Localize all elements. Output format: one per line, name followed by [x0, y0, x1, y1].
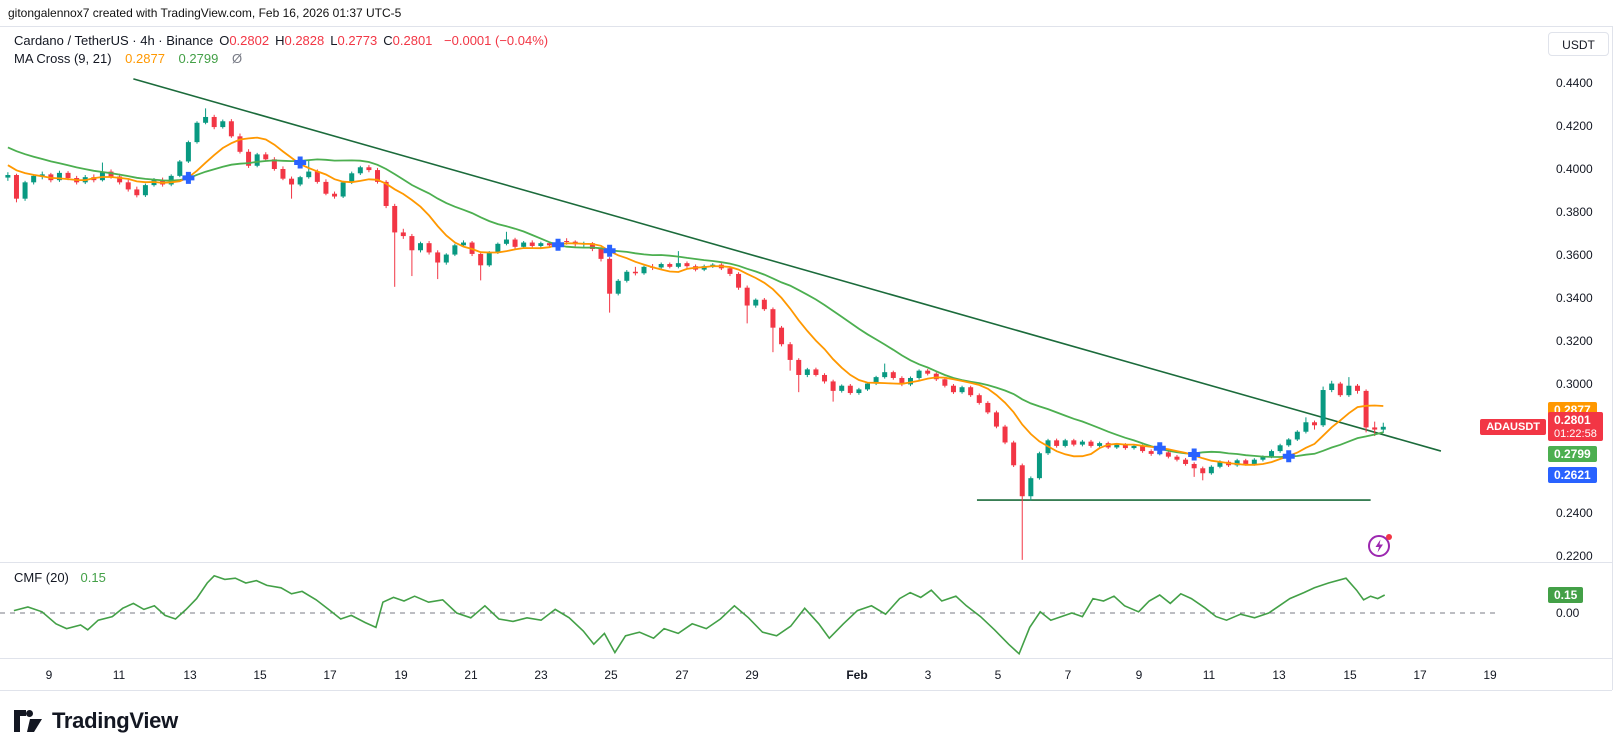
symbol-price-chip: ADAUSDT	[1480, 418, 1546, 435]
time-tick-label: 11	[1202, 668, 1216, 682]
chart-canvas[interactable]	[0, 0, 1623, 751]
time-tick-label: 19	[1483, 668, 1497, 682]
last-price-badge: 0.2801 01:22:58	[1548, 411, 1603, 441]
time-tick-label: Feb	[846, 668, 868, 682]
ohlc-values: O0.2802 H0.2828 L0.2773 C0.2801	[213, 33, 432, 48]
cmf-zero-label: 0.00	[1556, 606, 1580, 620]
symbol-legend[interactable]: Cardano / TetherUS · 4h · Binance O0.2802…	[14, 33, 548, 48]
time-tick-label: 23	[534, 668, 548, 682]
ma-cross-empty-value: Ø	[231, 51, 243, 66]
tradingview-logo-text: TradingView	[52, 708, 178, 733]
price-tick-label: 0.4000	[1556, 162, 1593, 176]
ma-cross-title[interactable]: MA Cross (9, 21)	[14, 51, 112, 66]
ohlc-key: O	[219, 33, 230, 48]
price-tick-label: 0.3200	[1556, 334, 1593, 348]
tradingview-mark-icon	[14, 710, 42, 732]
ma-fast-value: 0.2877	[125, 51, 165, 66]
lightning-icon	[1368, 534, 1392, 557]
price-tick-label: 0.3600	[1556, 248, 1593, 262]
descending-trendline[interactable]	[133, 78, 1442, 452]
cmf-line[interactable]	[13, 574, 1386, 656]
tradingview-chart-screenshot: gitongalennox7 created with TradingView.…	[0, 0, 1623, 751]
time-tick-label: 25	[604, 668, 618, 682]
price-tick-label: 0.3000	[1556, 377, 1593, 391]
ma-cross-marker	[1282, 450, 1295, 463]
cmf-value-badge: 0.15	[1548, 587, 1584, 603]
ohlc-value: 0.2802	[229, 33, 270, 48]
ma-slow-value: 0.2799	[178, 51, 219, 66]
flash-icon-button[interactable]	[1366, 531, 1394, 559]
price-tick-label: 0.3800	[1556, 205, 1593, 219]
time-tick-label: 13	[1272, 668, 1286, 682]
ma-cross-price-badge: 0.2621	[1548, 466, 1597, 483]
ma-cross-marker	[603, 244, 616, 257]
ohlc-value: 0.2828	[284, 33, 325, 48]
time-tick-label: 15	[253, 668, 267, 682]
ma-cross-marker	[1188, 448, 1201, 461]
time-tick-label: 7	[1064, 668, 1072, 682]
cmf-legend[interactable]: CMF (20) 0.15	[14, 570, 106, 585]
time-tick-label: 17	[323, 668, 337, 682]
time-tick-label: 9	[1135, 668, 1143, 682]
price-tick-label: 0.3400	[1556, 291, 1593, 305]
ma-slow-price-badge: 0.2799	[1548, 445, 1597, 462]
ma-cross-marker	[552, 238, 565, 251]
time-tick-label: 5	[994, 668, 1002, 682]
time-tick-label: 3	[924, 668, 932, 682]
price-tick-label: 0.2400	[1556, 506, 1593, 520]
time-tick-label: 29	[745, 668, 759, 682]
time-tick-label: 27	[675, 668, 689, 682]
bar-countdown: 01:22:58	[1554, 427, 1597, 440]
ohlc-key: C	[383, 33, 393, 48]
cmf-value: 0.15	[80, 570, 106, 585]
price-tick-label: 0.2200	[1556, 549, 1593, 563]
time-tick-label: 21	[464, 668, 478, 682]
time-tick-label: 9	[45, 668, 53, 682]
tradingview-logo[interactable]: TradingView	[13, 708, 178, 734]
price-change: −0.0001 (−0.04%)	[444, 33, 549, 48]
cmf-title[interactable]: CMF (20)	[14, 570, 69, 585]
time-tick-label: 15	[1343, 668, 1357, 682]
price-tick-label: 0.4200	[1556, 119, 1593, 133]
ma-cross-legend[interactable]: MA Cross (9, 21) 0.2877 0.2799 Ø	[14, 51, 242, 66]
currency-toggle-button[interactable]: USDT	[1548, 32, 1609, 56]
time-tick-label: 19	[394, 668, 408, 682]
ohlc-value: 0.2801	[392, 33, 433, 48]
ohlc-value: 0.2773	[337, 33, 378, 48]
time-tick-label: 11	[112, 668, 126, 682]
price-tick-label: 0.4400	[1556, 76, 1593, 90]
symbol-title[interactable]: Cardano / TetherUS · 4h · Binance	[14, 33, 213, 48]
ma-fast-line[interactable]	[7, 136, 1384, 466]
ma-cross-marker	[1153, 442, 1166, 455]
time-tick-label: 17	[1413, 668, 1427, 682]
time-tick-label: 13	[183, 668, 197, 682]
ma-slow-line[interactable]	[7, 146, 1384, 458]
